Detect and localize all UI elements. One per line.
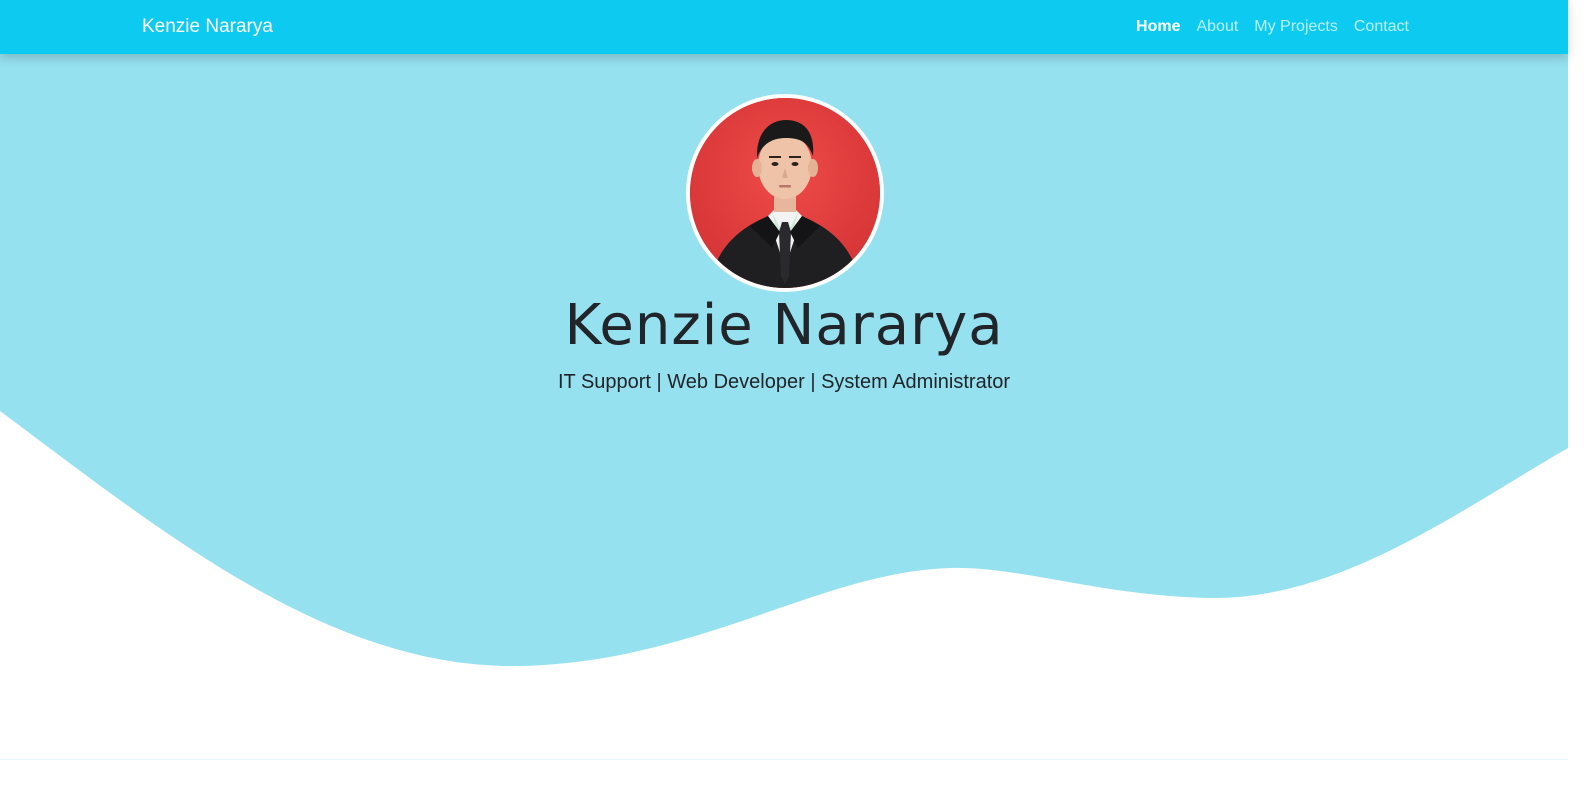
nav-link-about[interactable]: About: [1196, 18, 1238, 35]
nav-menu: Home About My Projects Contact: [1128, 0, 1417, 54]
page: Kenzie Nararya Home About My Projects Co…: [0, 0, 1584, 810]
navbar-brand[interactable]: Kenzie Nararya: [142, 15, 273, 39]
profile-photo: [686, 94, 884, 292]
nav-item-about: About: [1188, 18, 1246, 36]
nav-item-home: Home: [1128, 18, 1188, 36]
navbar: Kenzie Nararya Home About My Projects Co…: [0, 0, 1568, 54]
nav-item-contact: Contact: [1346, 18, 1417, 36]
person-portrait-icon: [690, 98, 880, 288]
nav-link-my-projects[interactable]: My Projects: [1254, 18, 1338, 35]
scrollbar[interactable]: [1568, 0, 1584, 810]
section-divider: [0, 759, 1568, 760]
hero-subtitle: IT Support | Web Developer | System Admi…: [557, 371, 1011, 393]
nav-link-home[interactable]: Home: [1136, 18, 1180, 35]
nav-item-my-projects: My Projects: [1246, 18, 1346, 36]
hero-title: Kenzie Nararya: [564, 293, 1004, 358]
nav-link-contact[interactable]: Contact: [1354, 18, 1409, 35]
